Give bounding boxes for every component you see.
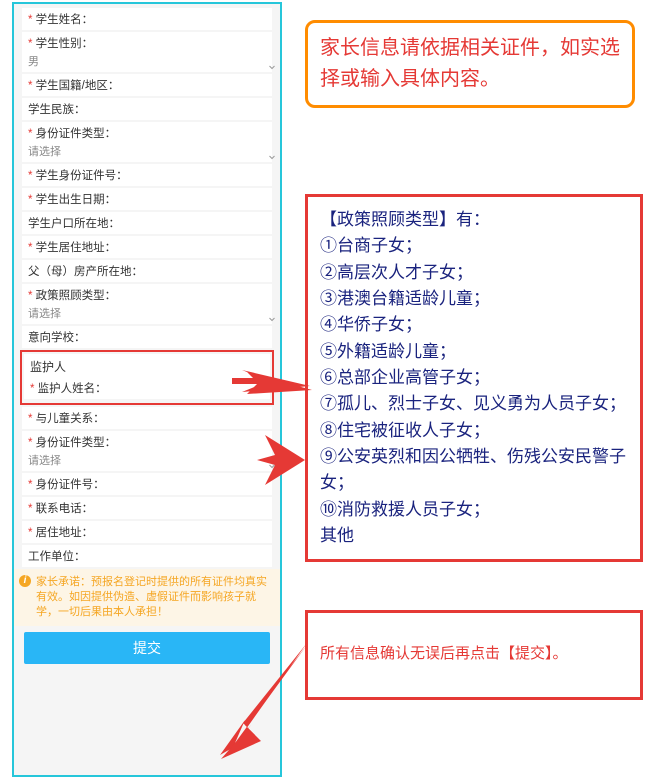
value-id-type: 请选择 bbox=[28, 143, 61, 159]
field-student-hukou[interactable]: 学生户口所在地： bbox=[22, 212, 272, 234]
field-student-nationality[interactable]: 学生国籍/地区： bbox=[22, 74, 272, 96]
label-student-id-no: 学生身份证件号： bbox=[28, 167, 266, 183]
field-id-type[interactable]: 身份证件类型： 请选择 bbox=[22, 122, 272, 162]
form-container: 学生姓名： 学生性别： 男 学生国籍/地区： 学生民族： 身份证件类型： 请选择 学… bbox=[14, 4, 280, 567]
policy-item-other: 其他 bbox=[320, 526, 354, 545]
policy-item-10: ⑩消防救援人员子女； bbox=[320, 500, 490, 519]
label-id-type: 身份证件类型： bbox=[28, 125, 266, 141]
label-parent-property: 父（母）房产所在地： bbox=[28, 263, 266, 279]
label-student-ethnicity: 学生民族： bbox=[28, 101, 266, 117]
policy-item-3: ③港澳台籍适龄儿童； bbox=[320, 289, 490, 308]
policy-list-head: 【政策照顾类型】有： bbox=[320, 210, 490, 229]
field-intent-school[interactable]: 意向学校： bbox=[22, 326, 272, 348]
select-g-id-type[interactable]: 请选择 bbox=[28, 450, 266, 468]
policy-item-4: ④华侨子女； bbox=[320, 315, 422, 334]
label-student-name: 学生姓名： bbox=[28, 11, 266, 27]
field-g-id-type[interactable]: 身份证件类型： 请选择 bbox=[22, 431, 272, 471]
policy-item-6: ⑥总部企业高管子女； bbox=[320, 368, 490, 387]
field-g-address[interactable]: 居住地址： bbox=[22, 521, 272, 543]
label-student-gender: 学生性别： bbox=[28, 35, 266, 51]
policy-item-2: ②高层次人才子女； bbox=[320, 263, 473, 282]
guardian-section-header: 监护人 bbox=[24, 354, 270, 377]
field-student-address[interactable]: 学生居住地址： bbox=[22, 236, 272, 258]
label-g-address: 居住地址： bbox=[28, 524, 266, 540]
policy-item-8: ⑧住宅被征收人子女； bbox=[320, 421, 490, 440]
label-student-hukou: 学生户口所在地： bbox=[28, 215, 266, 231]
label-g-phone: 联系电话： bbox=[28, 500, 266, 516]
mobile-form-panel: 学生姓名： 学生性别： 男 学生国籍/地区： 学生民族： 身份证件类型： 请选择 学… bbox=[12, 2, 282, 777]
callout-guardian-info: 家长信息请依据相关证件，如实选择或输入具体内容。 bbox=[305, 20, 635, 108]
policy-item-7: ⑦孤儿、烈士子女、见义勇为人员子女； bbox=[320, 394, 626, 413]
field-relation[interactable]: 与儿童关系： bbox=[22, 407, 272, 429]
callout-confirm-text: 所有信息确认无误后再点击【提交】。 bbox=[320, 643, 568, 666]
policy-item-5: ⑤外籍适龄儿童； bbox=[320, 342, 456, 361]
label-g-id-type: 身份证件类型： bbox=[28, 434, 266, 450]
field-student-ethnicity[interactable]: 学生民族： bbox=[22, 98, 272, 120]
label-g-id-no: 身份证件号： bbox=[28, 476, 266, 492]
callout-policy-types: 【政策照顾类型】有： ①台商子女； ②高层次人才子女； ③港澳台籍适龄儿童； ④… bbox=[305, 194, 643, 562]
field-student-gender[interactable]: 学生性别： 男 bbox=[22, 32, 272, 72]
label-student-birthdate: 学生出生日期： bbox=[28, 191, 266, 207]
label-student-address: 学生居住地址： bbox=[28, 239, 266, 255]
submit-button[interactable]: 提交 bbox=[24, 632, 270, 664]
highlight-box-guardian: 监护人 监护人姓名： bbox=[20, 350, 274, 405]
field-policy-type[interactable]: 政策照顾类型： 请选择 bbox=[22, 284, 272, 324]
callout-confirm-submit: 所有信息确认无误后再点击【提交】。 bbox=[305, 610, 643, 700]
label-guardian-name: 监护人姓名： bbox=[30, 380, 264, 396]
field-student-name[interactable]: 学生姓名： bbox=[22, 8, 272, 30]
policy-item-9: ⑨公安英烈和因公牺牲、伤残公安民警子女； bbox=[320, 447, 626, 492]
label-policy-type: 政策照顾类型： bbox=[28, 287, 266, 303]
select-student-gender[interactable]: 男 bbox=[28, 51, 266, 69]
select-id-type[interactable]: 请选择 bbox=[28, 141, 266, 159]
field-guardian-name[interactable]: 监护人姓名： bbox=[24, 377, 270, 399]
value-student-gender: 男 bbox=[28, 53, 39, 69]
parent-commitment-notice: 家长承诺：预报名登记时提供的所有证件均真实有效。如因提供伪造、虚假证件而影响孩子… bbox=[14, 569, 280, 626]
field-parent-property[interactable]: 父（母）房产所在地： bbox=[22, 260, 272, 282]
field-student-id-no[interactable]: 学生身份证件号： bbox=[22, 164, 272, 186]
select-policy-type[interactable]: 请选择 bbox=[28, 303, 266, 321]
field-student-birthdate[interactable]: 学生出生日期： bbox=[22, 188, 272, 210]
label-g-work: 工作单位： bbox=[28, 548, 266, 564]
value-g-id-type: 请选择 bbox=[28, 452, 61, 468]
field-g-phone[interactable]: 联系电话： bbox=[22, 497, 272, 519]
label-intent-school: 意向学校： bbox=[28, 329, 266, 345]
field-g-id-no[interactable]: 身份证件号： bbox=[22, 473, 272, 495]
value-policy-type: 请选择 bbox=[28, 305, 61, 321]
label-student-nationality: 学生国籍/地区： bbox=[28, 77, 266, 93]
field-g-work[interactable]: 工作单位： bbox=[22, 545, 272, 567]
label-relation: 与儿童关系： bbox=[28, 410, 266, 426]
policy-item-1: ①台商子女； bbox=[320, 236, 422, 255]
